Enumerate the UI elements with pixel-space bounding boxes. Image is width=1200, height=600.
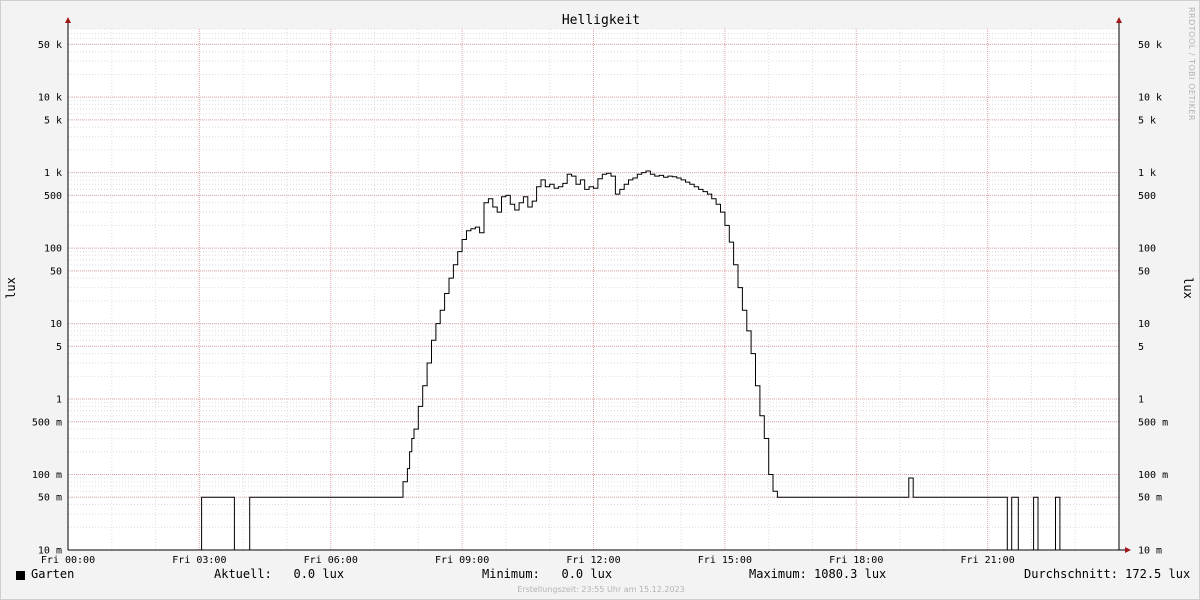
x-tick-label: Fri 00:00: [41, 555, 95, 566]
y-tick-label-left: 100: [44, 244, 62, 255]
y-tick-label-right: 100 m: [1138, 470, 1168, 481]
rrdtool-watermark: RRDTOOL / TOBI OETIKER: [1187, 7, 1196, 122]
series-color-swatch: [16, 571, 25, 580]
y-tick-label-right: 50 k: [1138, 40, 1162, 51]
y-tick-label-left: 1: [56, 395, 62, 406]
legend-average: Durchschnitt: 172.5 lux: [1024, 567, 1191, 581]
x-axis-arrow: [1125, 547, 1131, 553]
x-tick-label: Fri 21:00: [961, 555, 1015, 566]
chart-window: Helligkeit lux lux 10 m 10 m 50 m 50 m 100 m…: [0, 0, 1200, 600]
legend-bar: Garten Aktuell: 0.0 lux Minimum: 0.0 lux…: [1, 567, 1200, 587]
x-tick-label: Fri 18:00: [829, 555, 883, 566]
y-axis-label-right: lux: [1181, 277, 1195, 299]
y-tick-label-right: 500: [1138, 191, 1156, 202]
y-tick-label-left: 50: [50, 266, 62, 277]
y-tick-label-left: 5: [56, 342, 62, 353]
y-tick-label-right: 50 m: [1138, 493, 1162, 504]
y-tick-label-right: 5 k: [1138, 115, 1156, 126]
y-tick-label-right: 5: [1138, 342, 1144, 353]
x-tick-label: Fri 03:00: [172, 555, 226, 566]
y-tick-label-right: 100: [1138, 244, 1156, 255]
y-tick-label-right: 10 m: [1138, 546, 1162, 557]
y-tick-label-left: 500 m: [32, 417, 62, 428]
y-tick-label-right: 1: [1138, 395, 1144, 406]
y-tick-label-left: 50 k: [38, 40, 62, 51]
legend-current: Aktuell: 0.0 lux: [214, 567, 345, 581]
y-axis-arrow-right: [1116, 17, 1122, 23]
y-tick-label-left: 500: [44, 191, 62, 202]
legend-maximum: Maximum: 1080.3 lux: [749, 567, 887, 581]
y-tick-label-left: 10: [50, 319, 62, 330]
y-tick-label-right: 1 k: [1138, 168, 1156, 179]
creation-timestamp: Erstellungszeit: 23:55 Uhr am 15.12.2023: [517, 585, 685, 594]
y-tick-label-right: 10 k: [1138, 93, 1162, 104]
x-tick-label: Fri 06:00: [304, 555, 358, 566]
y-tick-label-left: 1 k: [44, 168, 62, 179]
y-tick-label-left: 10 k: [38, 93, 62, 104]
x-tick-label: Fri 12:00: [566, 555, 620, 566]
legend-series-name: Garten: [31, 567, 75, 581]
grid: [67, 28, 1119, 551]
legend-minimum: Minimum: 0.0 lux: [482, 567, 613, 581]
chart-title: Helligkeit: [562, 13, 640, 28]
y-tick-label-right: 500 m: [1138, 417, 1168, 428]
y-tick-label-left: 100 m: [32, 470, 62, 481]
x-tick-label: Fri 09:00: [435, 555, 489, 566]
y-tick-label-right: 10: [1138, 319, 1150, 330]
y-tick-label-left: 5 k: [44, 115, 62, 126]
y-axis-label-left: lux: [4, 277, 18, 299]
y-tick-label-left: 50 m: [38, 493, 62, 504]
y-tick-label-right: 50: [1138, 266, 1150, 277]
brightness-chart: Helligkeit lux lux 10 m 10 m50 m 50 m100 m…: [4, 13, 1195, 566]
y-axis-arrow-left: [65, 17, 71, 23]
x-tick-label: Fri 15:00: [698, 555, 752, 566]
